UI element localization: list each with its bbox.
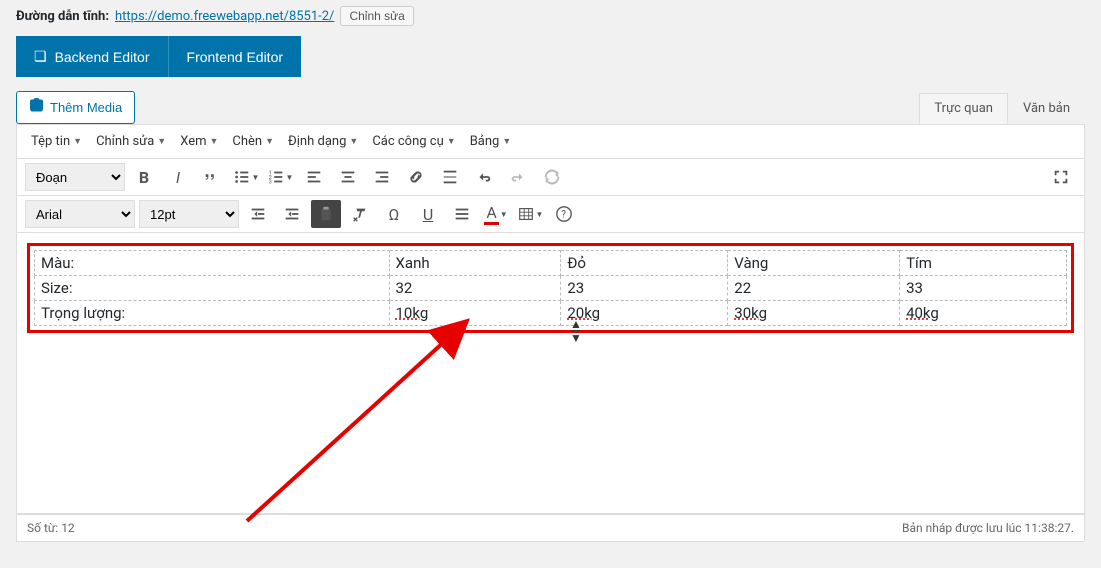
insert-more-button[interactable]: [435, 163, 465, 191]
table-row: Màu: Xanh Đỏ Vàng Tím: [35, 251, 1067, 276]
format-select[interactable]: Đoạn: [25, 163, 125, 191]
frontend-editor-label: Frontend Editor: [187, 49, 284, 65]
tab-text[interactable]: Văn bản: [1008, 93, 1085, 124]
permalink-label: Đường dẫn tĩnh:: [16, 9, 109, 24]
menu-edit[interactable]: Chỉnh sửa ▼: [90, 129, 172, 154]
bold-button[interactable]: B: [129, 163, 159, 191]
content-table[interactable]: Màu: Xanh Đỏ Vàng Tím Size: 32 23 22 33: [34, 250, 1067, 326]
permalink-row: Đường dẫn tĩnh: https://demo.freewebapp.…: [16, 0, 1085, 36]
align-justify-button[interactable]: [447, 200, 477, 228]
svg-text:?: ?: [561, 210, 566, 221]
chevron-down-icon: ▼: [73, 136, 82, 147]
paste-button[interactable]: [311, 200, 341, 228]
menu-view[interactable]: Xem ▼: [174, 129, 224, 154]
clear-formatting-button[interactable]: [345, 200, 375, 228]
camera-icon: [29, 98, 44, 117]
menu-format[interactable]: Định dạng ▼: [282, 129, 364, 154]
indent-button[interactable]: [277, 200, 307, 228]
menu-tools[interactable]: Các công cụ ▼: [366, 129, 461, 154]
chevron-down-icon: ▼: [502, 136, 511, 147]
permalink-url[interactable]: https://demo.freewebapp.net/8551-2/: [115, 9, 334, 24]
editor-box: Tệp tin ▼ Chỉnh sửa ▼ Xem ▼ Chèn ▼ Định …: [16, 124, 1085, 514]
draft-saved-text: Bản nháp được lưu lúc 11:38:27.: [902, 521, 1074, 535]
backend-icon: ❏: [34, 48, 47, 65]
status-bar: Số từ: 12 Bản nháp được lưu lúc 11:38:27…: [16, 514, 1085, 542]
content-table-highlight: Màu: Xanh Đỏ Vàng Tím Size: 32 23 22 33: [27, 243, 1074, 333]
toolbar-row-2: Arial 12pt Ω U A▼ ▼ ?: [17, 196, 1084, 233]
bullet-list-button[interactable]: ▼: [231, 163, 261, 191]
add-media-button[interactable]: Thêm Media: [16, 91, 135, 124]
frontend-editor-button[interactable]: Frontend Editor: [168, 36, 302, 77]
tab-visual[interactable]: Trực quan: [919, 93, 1008, 124]
refresh-button[interactable]: [537, 163, 567, 191]
table-button[interactable]: ▼: [515, 200, 545, 228]
table-row: Size: 32 23 22 33: [35, 276, 1067, 301]
backend-editor-button[interactable]: ❏ Backend Editor: [16, 36, 168, 77]
redo-button[interactable]: [503, 163, 533, 191]
help-button[interactable]: ?: [549, 200, 579, 228]
editor-content[interactable]: Màu: Xanh Đỏ Vàng Tím Size: 32 23 22 33: [17, 233, 1084, 513]
align-right-button[interactable]: [367, 163, 397, 191]
italic-button[interactable]: I: [163, 163, 193, 191]
blockquote-button[interactable]: [197, 163, 227, 191]
menu-file[interactable]: Tệp tin ▼: [25, 129, 88, 154]
underline-button[interactable]: U: [413, 200, 443, 228]
backend-editor-label: Backend Editor: [55, 49, 150, 65]
toolbar-row-1: Đoạn B I ▼ 123▼: [17, 159, 1084, 196]
chevron-down-icon: ▼: [265, 136, 274, 147]
menu-table[interactable]: Bảng ▼: [464, 129, 518, 154]
chevron-down-icon: ▼: [447, 136, 456, 147]
chevron-down-icon: ▼: [349, 136, 358, 147]
font-size-select[interactable]: 12pt: [139, 200, 239, 228]
editor-tabs: Trực quan Văn bản: [919, 93, 1085, 124]
annotation-arrow: [237, 311, 497, 531]
text-color-button[interactable]: A▼: [481, 200, 511, 228]
chevron-down-icon: ▼: [210, 136, 219, 147]
link-button[interactable]: [401, 163, 431, 191]
svg-text:3: 3: [268, 179, 271, 185]
add-media-label: Thêm Media: [50, 100, 122, 115]
editor-menubar: Tệp tin ▼ Chỉnh sửa ▼ Xem ▼ Chèn ▼ Định …: [17, 125, 1084, 159]
align-center-button[interactable]: [333, 163, 363, 191]
editor-switch: ❏ Backend Editor Frontend Editor: [16, 36, 1085, 77]
fullscreen-button[interactable]: [1046, 163, 1076, 191]
chevron-down-icon: ▼: [157, 136, 166, 147]
outdent-button[interactable]: [243, 200, 273, 228]
table-row: Trọng lượng: 10kg 20kg 30kg 40kg: [35, 301, 1067, 326]
font-family-select[interactable]: Arial: [25, 200, 135, 228]
align-left-button[interactable]: [299, 163, 329, 191]
edit-permalink-button[interactable]: Chỉnh sửa: [340, 6, 413, 26]
special-char-button[interactable]: Ω: [379, 200, 409, 228]
numbered-list-button[interactable]: 123▼: [265, 163, 295, 191]
word-count: Số từ: 12: [27, 521, 75, 535]
menu-insert[interactable]: Chèn ▼: [226, 129, 280, 154]
undo-button[interactable]: [469, 163, 499, 191]
